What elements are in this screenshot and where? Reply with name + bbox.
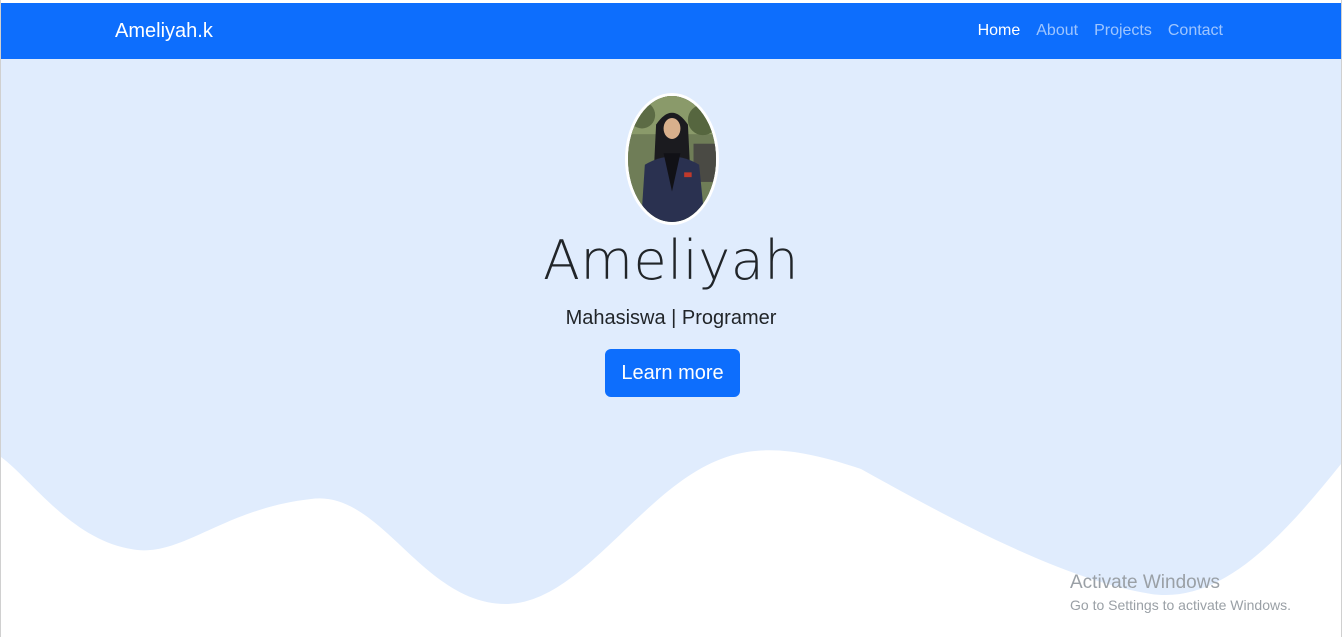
navbar: Ameliyah.k Home About Projects Contact: [1, 3, 1341, 59]
nav-link-home[interactable]: Home: [978, 22, 1021, 40]
profile-photo: [625, 93, 719, 225]
nav-link-projects[interactable]: Projects: [1094, 22, 1152, 40]
watermark-title: Activate Windows: [1070, 572, 1220, 593]
hero-tagline: Mahasiswa | Programer: [565, 307, 777, 329]
hero-name: Ameliyah: [542, 229, 800, 292]
learn-more-button[interactable]: Learn more: [605, 349, 740, 397]
nav-links: Home About Projects Contact: [978, 3, 1223, 59]
nav-link-contact[interactable]: Contact: [1168, 22, 1223, 40]
watermark-subtitle: Go to Settings to activate Windows.: [1070, 597, 1291, 613]
nav-link-about[interactable]: About: [1036, 22, 1078, 40]
brand-link[interactable]: Ameliyah.k: [115, 3, 213, 59]
windows-activation-watermark: Activate Windows Go to Settings to activ…: [1070, 572, 1291, 613]
